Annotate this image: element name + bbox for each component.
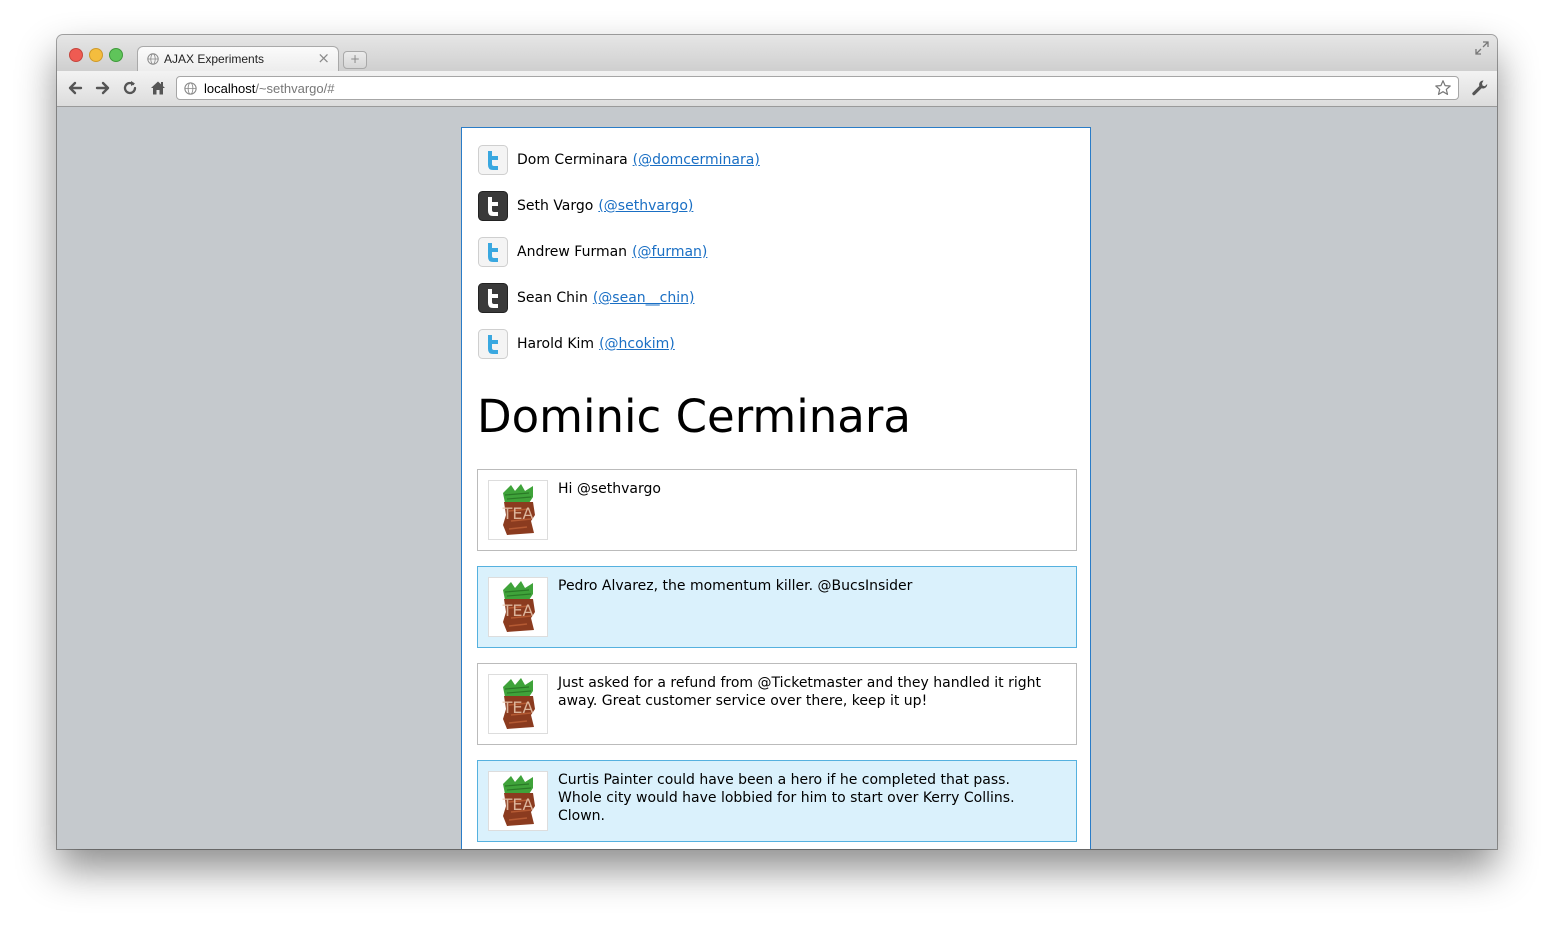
user-label: Harold Kim (@hcokim) <box>517 336 675 352</box>
page-content: Dom Cerminara (@domcerminara) Seth Vargo (@… <box>461 127 1091 849</box>
title-bar: AJAX Experiments × + <box>57 35 1497 72</box>
home-icon[interactable] <box>149 79 167 97</box>
avatar: TEA <box>488 480 548 540</box>
user-name: Sean Chin <box>517 290 588 306</box>
avatar: TEA <box>488 577 548 637</box>
svg-text:TEA: TEA <box>502 601 534 620</box>
user-label: Andrew Furman (@furman) <box>517 244 707 260</box>
user-label: Dom Cerminara (@domcerminara) <box>517 152 760 168</box>
tweet-item: TEA Pedro Alvarez, the momentum killer. @… <box>477 566 1077 648</box>
browser-toolbar: localhost/~sethvargo/# <box>57 71 1497 107</box>
minimize-window-button[interactable] <box>89 48 103 62</box>
user-name: Seth Vargo <box>517 198 594 214</box>
svg-text:TEA: TEA <box>502 504 534 523</box>
url-host: localhost <box>204 81 256 96</box>
user-name: Andrew Furman <box>517 244 628 260</box>
user-label: Sean Chin (@sean__chin) <box>517 290 694 306</box>
user-name: Harold Kim <box>517 336 595 352</box>
globe-icon <box>147 53 159 65</box>
user-name: Dom Cerminara <box>517 152 628 168</box>
twitter-bird-icon <box>478 283 508 313</box>
browser-window: AJAX Experiments × + localhost/~sethvarg… <box>57 35 1497 849</box>
wrench-icon[interactable] <box>1471 79 1489 97</box>
twitter-bird-icon <box>478 237 508 267</box>
user-handle-link[interactable]: (@domcerminara) <box>633 152 760 168</box>
tab-ajax-experiments[interactable]: AJAX Experiments × <box>137 46 339 72</box>
avatar: TEA <box>488 771 548 831</box>
zoom-window-button[interactable] <box>109 48 123 62</box>
tweet-item: TEA Curtis Painter could have been a hero… <box>477 760 1077 842</box>
fullscreen-icon[interactable] <box>1475 41 1489 55</box>
page-info-icon[interactable] <box>184 82 197 95</box>
svg-text:TEA: TEA <box>502 698 534 717</box>
user-handle-link[interactable]: (@hcokim) <box>599 336 675 352</box>
page-title: Dominic Cerminara <box>477 390 911 443</box>
url-path: /~sethvargo/# <box>255 81 335 96</box>
user-label: Seth Vargo (@sethvargo) <box>517 198 693 214</box>
twitter-bird-icon <box>478 145 508 175</box>
user-handle-link[interactable]: (@sean__chin) <box>593 290 695 306</box>
tweet-text: Pedro Alvarez, the momentum killer. @Buc… <box>558 578 913 594</box>
back-arrow-icon[interactable] <box>66 79 84 97</box>
forward-arrow-icon[interactable] <box>94 79 112 97</box>
svg-text:TEA: TEA <box>502 795 534 814</box>
tab-close-icon[interactable]: × <box>317 49 330 67</box>
tab-title: AJAX Experiments <box>164 52 265 66</box>
user-handle-link[interactable]: (@furman) <box>632 244 707 260</box>
twitter-bird-icon <box>478 329 508 359</box>
page-viewport: Dom Cerminara (@domcerminara) Seth Vargo (@… <box>57 107 1497 849</box>
tweet-item: TEA Hi @sethvargo <box>477 469 1077 551</box>
url-text[interactable]: localhost/~sethvargo/# <box>204 81 334 96</box>
reload-icon[interactable] <box>121 79 139 97</box>
new-tab-button[interactable]: + <box>343 51 367 69</box>
tweet-text: Curtis Painter could have been a hero if… <box>558 772 1015 824</box>
close-window-button[interactable] <box>69 48 83 62</box>
user-handle-link[interactable]: (@sethvargo) <box>598 198 693 214</box>
twitter-bird-icon <box>478 191 508 221</box>
address-bar[interactable]: localhost/~sethvargo/# <box>176 76 1459 100</box>
avatar: TEA <box>488 674 548 734</box>
tweet-text: Hi @sethvargo <box>558 481 661 497</box>
tweet-item: TEA Just asked for a refund from @Ticketm… <box>477 663 1077 745</box>
star-icon[interactable] <box>1434 79 1452 97</box>
tweet-text: Just asked for a refund from @Ticketmast… <box>558 675 1042 709</box>
